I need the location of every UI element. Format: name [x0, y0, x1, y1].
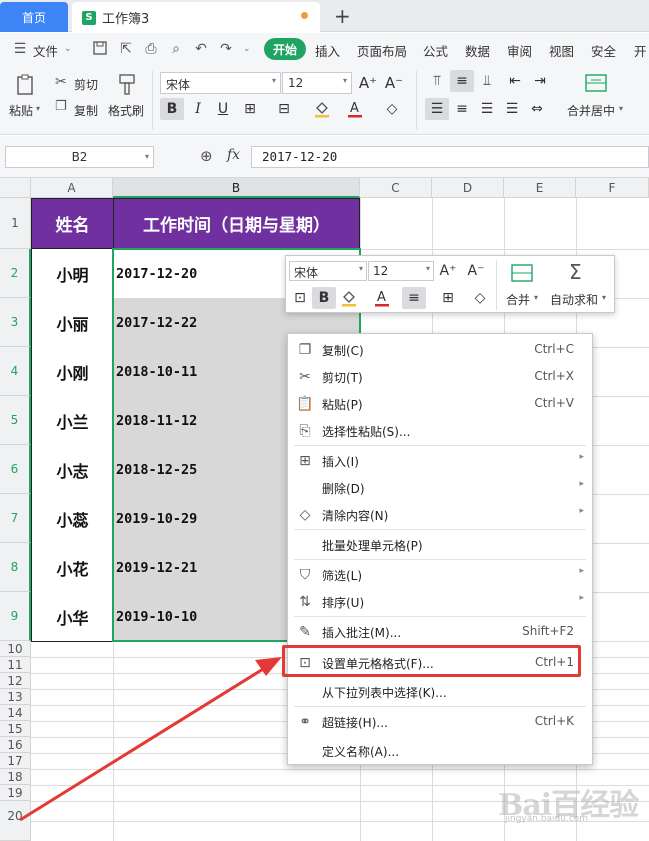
watermark-url: jingyan.baidu.com	[505, 814, 589, 824]
annotation-arrow	[19, 657, 282, 822]
